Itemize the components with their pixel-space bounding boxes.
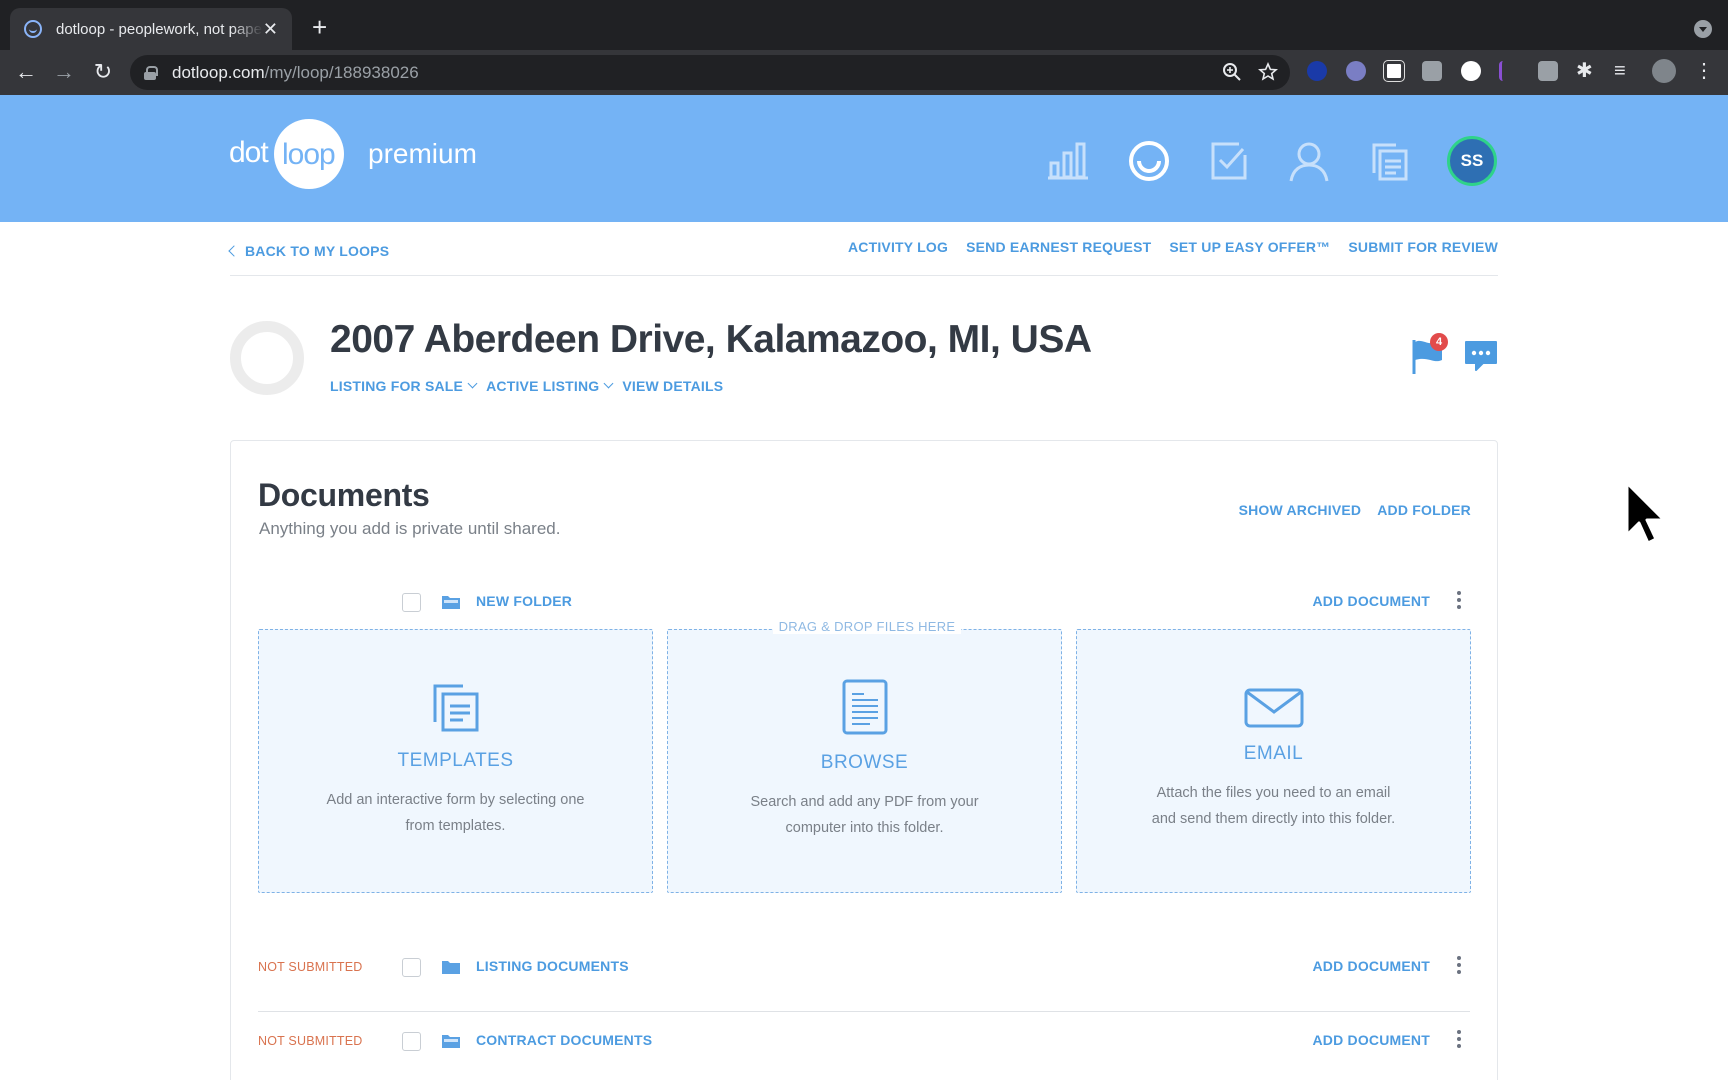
email-envelope-icon [1244, 688, 1303, 728]
extension-6-icon[interactable] [1499, 61, 1519, 81]
add-document-link[interactable]: ADD DOCUMENT [1312, 593, 1430, 609]
loop-actions: ACTIVITY LOG SEND EARNEST REQUEST SET UP… [848, 239, 1498, 255]
extension-5-icon[interactable] [1461, 61, 1481, 81]
extensions-puzzle-icon[interactable]: ✱ [1576, 61, 1596, 81]
submission-status: NOT SUBMITTED [258, 960, 363, 974]
tasks-checkbox-icon[interactable] [1207, 139, 1251, 183]
tab-search-icon[interactable] [1694, 20, 1712, 38]
activity-log-link[interactable]: ACTIVITY LOG [848, 239, 948, 255]
more-options-icon[interactable] [1456, 591, 1462, 613]
folder-checkbox[interactable] [402, 1032, 421, 1051]
extension-2-icon[interactable] [1346, 61, 1366, 81]
folder-name[interactable]: NEW FOLDER [476, 593, 572, 609]
dotloop-favicon-icon [24, 20, 42, 38]
extension-3-icon[interactable] [1383, 60, 1405, 82]
loop-status-label: ACTIVE LISTING [486, 378, 600, 394]
documents-subtitle: Anything you add is private until shared… [259, 519, 561, 538]
back-to-loops-label: BACK TO MY LOOPS [245, 243, 390, 259]
folder-name[interactable]: LISTING DOCUMENTS [476, 958, 629, 974]
lock-icon [144, 65, 158, 80]
add-folder-link[interactable]: ADD FOLDER [1377, 502, 1471, 518]
flag-count-badge: 4 [1430, 333, 1448, 351]
profile-avatar-icon[interactable] [1652, 59, 1676, 83]
reading-list-icon[interactable]: ≡ [1614, 61, 1634, 81]
contacts-person-icon[interactable] [1287, 139, 1331, 183]
loop-subnav: BACK TO MY LOOPS ACTIVITY LOG SEND EARNE… [228, 236, 1498, 276]
folder-open-icon [442, 1035, 460, 1048]
browser-tab-bar: dotloop - peoplework, not paperwork ✕ + [0, 0, 1728, 50]
templates-option[interactable]: TEMPLATES Add an interactive form by sel… [258, 629, 653, 893]
templates-documents-icon[interactable] [1366, 139, 1410, 183]
new-folder-row: NEW FOLDER ADD DOCUMENT [258, 581, 1470, 621]
loop-status-ring [230, 321, 304, 395]
loop-meta: LISTING FOR SALE ACTIVE LISTING VIEW DET… [330, 378, 723, 394]
close-tab-icon[interactable]: ✕ [263, 19, 278, 40]
address-bar[interactable]: dotloop.com/my/loop/188938026 [130, 55, 1290, 90]
app-header: dot loop premium SS [0, 95, 1728, 222]
browse-document-icon [842, 679, 887, 735]
documents-actions: SHOW ARCHIVED ADD FOLDER [1239, 502, 1471, 518]
templates-icon [433, 684, 478, 732]
email-description: Attach the files you need to an email an… [1151, 785, 1396, 827]
reload-icon[interactable]: ↻ [89, 58, 117, 86]
logo-premium-text: premium [368, 138, 477, 169]
documents-card: Documents Anything you add is private un… [230, 440, 1498, 1080]
folder-row-listing-documents: NOT SUBMITTED LISTING DOCUMENTS ADD DOCU… [258, 946, 1470, 1012]
folder-open-icon [442, 596, 460, 609]
browse-title: BROWSE [820, 752, 909, 773]
folder-name[interactable]: CONTRACT DOCUMENTS [476, 1032, 652, 1048]
chat-bubble-icon[interactable] [1463, 339, 1499, 373]
browser-tab[interactable]: dotloop - peoplework, not paperwork ✕ [10, 8, 292, 50]
mouse-cursor-icon [1625, 481, 1666, 545]
email-option[interactable]: EMAIL Attach the files you need to an em… [1076, 629, 1471, 893]
loop-title: 2007 Aberdeen Drive, Kalamazoo, MI, USA [330, 318, 1092, 361]
logo-dot-text: dot [229, 136, 269, 169]
reports-chart-icon[interactable] [1046, 139, 1090, 183]
folder-checkbox[interactable] [402, 593, 421, 612]
transaction-type-dropdown[interactable]: LISTING FOR SALE [330, 378, 478, 394]
loop-status-dropdown[interactable]: ACTIVE LISTING [486, 378, 614, 394]
url-path: /my/loop/188938026 [264, 62, 419, 82]
browse-option[interactable]: BROWSE Search and add any PDF from your … [667, 629, 1062, 893]
more-options-icon[interactable] [1456, 1030, 1462, 1052]
forward-arrow-icon[interactable]: → [50, 58, 78, 86]
submit-for-review-link[interactable]: SUBMIT FOR REVIEW [1348, 239, 1498, 255]
logo-loop-text: loop [282, 138, 336, 171]
browser-menu-icon[interactable]: ⋮ [1694, 61, 1714, 81]
back-arrow-icon[interactable]: ← [12, 58, 40, 86]
templates-title: TEMPLATES [397, 750, 514, 771]
bookmark-star-icon[interactable] [1258, 62, 1278, 82]
chevron-down-icon [467, 378, 478, 389]
url-host: dotloop.com [172, 62, 265, 82]
more-options-icon[interactable] [1456, 956, 1462, 978]
zoom-icon[interactable] [1222, 62, 1242, 82]
chevron-down-icon [603, 378, 614, 389]
show-archived-link[interactable]: SHOW ARCHIVED [1239, 502, 1362, 518]
send-earnest-request-link[interactable]: SEND EARNEST REQUEST [966, 239, 1151, 255]
extension-7-icon[interactable] [1538, 61, 1558, 81]
documents-title: Documents [258, 477, 430, 513]
chevron-left-icon [228, 245, 240, 257]
tab-title: dotloop - peoplework, not paperwork [56, 20, 263, 38]
new-tab-icon[interactable]: + [312, 14, 327, 40]
templates-description: Add an interactive form by selecting one… [326, 792, 585, 834]
extension-4-icon[interactable] [1422, 61, 1442, 81]
user-avatar[interactable]: SS [1447, 136, 1497, 186]
submission-status: NOT SUBMITTED [258, 1034, 363, 1048]
folder-checkbox[interactable] [402, 958, 421, 977]
transaction-type-label: LISTING FOR SALE [330, 378, 464, 394]
view-details-link[interactable]: VIEW DETAILS [622, 378, 723, 394]
folder-row-contract-documents: NOT SUBMITTED CONTRACT DOCUMENTS ADD DOC… [258, 1020, 1470, 1080]
add-document-link[interactable]: ADD DOCUMENT [1312, 1032, 1430, 1048]
drag-drop-label: DRAG & DROP FILES HERE [773, 619, 961, 634]
email-title: EMAIL [1243, 743, 1304, 764]
set-up-easy-offer-link[interactable]: SET UP EASY OFFER™ [1169, 239, 1330, 255]
browse-description: Search and add any PDF from your compute… [750, 794, 979, 836]
loops-icon[interactable] [1127, 139, 1171, 183]
extension-1-icon[interactable] [1307, 61, 1327, 81]
browser-toolbar: ← → ↻ dotloop.com/my/loop/188938026 ✱ ≡ … [0, 50, 1728, 95]
folder-icon [442, 961, 460, 974]
add-document-link[interactable]: ADD DOCUMENT [1312, 958, 1430, 974]
